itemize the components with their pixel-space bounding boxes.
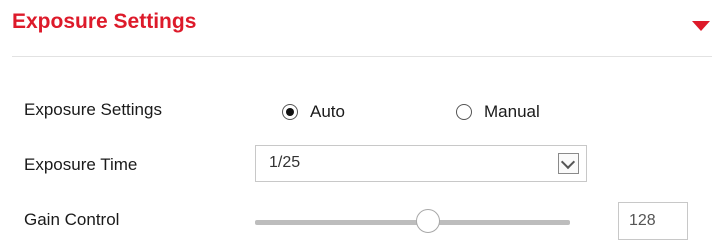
- radio-auto-label: Auto: [310, 102, 345, 121]
- exposure-settings-label: Exposure Settings: [24, 100, 162, 119]
- radio-auto[interactable]: Auto: [282, 102, 345, 122]
- header-divider: [12, 56, 712, 57]
- section-header: Exposure Settings: [12, 0, 712, 57]
- radio-manual[interactable]: Manual: [456, 102, 540, 122]
- gain-slider-track[interactable]: [255, 209, 570, 233]
- exposure-time-label: Exposure Time: [24, 155, 138, 174]
- exposure-time-value: 1/25: [269, 154, 301, 171]
- radio-auto-circle[interactable]: [282, 104, 298, 120]
- caret-down-icon[interactable]: [692, 21, 710, 31]
- gain-value-input[interactable]: [618, 202, 688, 240]
- radio-manual-label: Manual: [484, 102, 540, 121]
- gain-control-label: Gain Control: [24, 210, 120, 229]
- gain-slider-thumb[interactable]: [416, 209, 441, 233]
- exposure-time-select[interactable]: 1/25: [255, 145, 587, 182]
- section-title: Exposure Settings: [12, 10, 197, 33]
- radio-manual-circle[interactable]: [456, 104, 472, 120]
- chevron-down-icon[interactable]: [558, 153, 579, 174]
